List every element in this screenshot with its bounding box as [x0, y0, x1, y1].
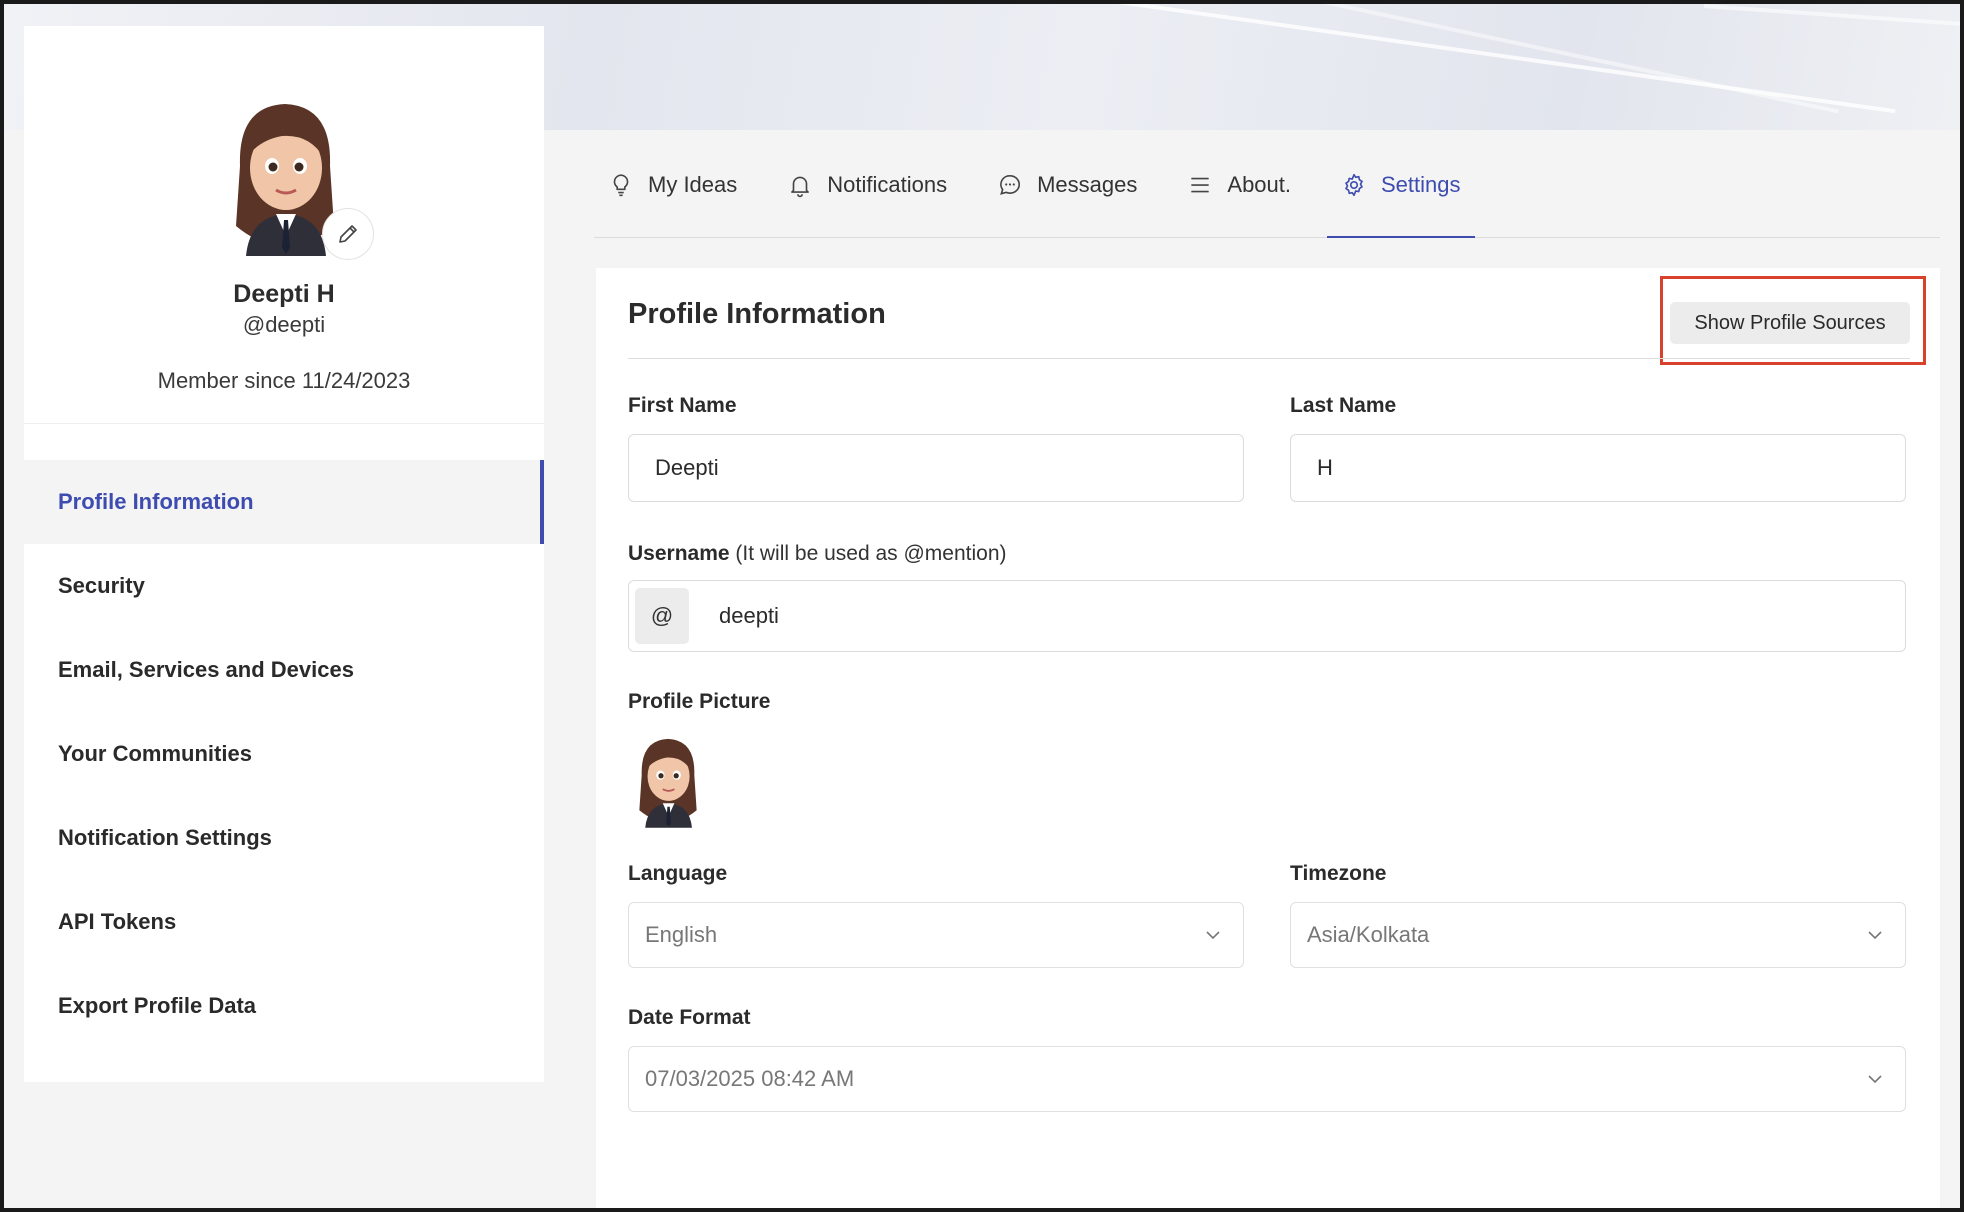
tab-settings[interactable]: Settings [1327, 132, 1475, 238]
profile-sidebar: Deepti H @deepti Member since 11/24/2023… [24, 26, 544, 1082]
page-title: Profile Information [628, 298, 886, 330]
settings-nav: Profile Information Security Email, Serv… [24, 460, 544, 1048]
tab-about[interactable]: About. [1173, 132, 1305, 237]
language-select[interactable]: English [628, 902, 1244, 968]
sidebar-item-api-tokens[interactable]: API Tokens [24, 880, 544, 964]
tab-label: Settings [1381, 171, 1461, 197]
language-label: Language [628, 862, 728, 885]
profile-header: Deepti H @deepti Member since 11/24/2023 [24, 26, 544, 424]
chevron-down-icon [1868, 1075, 1882, 1084]
tab-label: My Ideas [648, 171, 738, 197]
sidebar-item-your-communities[interactable]: Your Communities [24, 712, 544, 796]
chevron-down-icon [1868, 931, 1882, 940]
tab-label: Notifications [827, 171, 948, 197]
sidebar-item-security[interactable]: Security [24, 544, 544, 628]
sidebar-item-email-services-devices[interactable]: Email, Services and Devices [24, 628, 544, 712]
tab-my-ideas[interactable]: My Ideas [594, 132, 751, 237]
sidebar-item-notification-settings[interactable]: Notification Settings [24, 796, 544, 880]
username-value: deepti [719, 603, 779, 628]
divider [628, 358, 1910, 359]
profile-tabs: My Ideas Notifications Messages About. S… [594, 132, 1940, 238]
profile-information-card: Profile Information Show Profile Sources… [596, 268, 1940, 1208]
profile-picture-label: Profile Picture [628, 690, 771, 713]
at-prefix: @ [635, 588, 689, 644]
chat-bubble-icon [997, 172, 1023, 198]
tab-label: About. [1227, 171, 1291, 197]
date-format-value: 07/03/2025 08:42 AM [645, 1066, 855, 1091]
date-format-label: Date Format [628, 1006, 751, 1029]
last-name-field[interactable]: H [1290, 434, 1906, 502]
first-name-field[interactable]: Deepti [628, 434, 1244, 502]
show-profile-sources-button[interactable]: Show Profile Sources [1670, 302, 1910, 344]
timezone-label: Timezone [1290, 862, 1387, 885]
first-name-label: First Name [628, 394, 737, 417]
bell-icon [787, 172, 813, 198]
tab-label: Messages [1037, 171, 1138, 197]
date-format-select[interactable]: 07/03/2025 08:42 AM [628, 1046, 1906, 1112]
edit-avatar-button[interactable] [322, 208, 374, 260]
username-field[interactable]: @ deepti [628, 580, 1906, 652]
timezone-select[interactable]: Asia/Kolkata [1290, 902, 1906, 968]
username-hint: (It will be used as @mention) [729, 542, 1007, 565]
chevron-down-icon [1206, 931, 1220, 940]
gear-icon [1341, 172, 1367, 198]
sidebar-item-export-profile-data[interactable]: Export Profile Data [24, 964, 544, 1048]
profile-name: Deepti H [233, 280, 335, 308]
lightbulb-icon [608, 172, 634, 198]
sidebar-item-profile-information[interactable]: Profile Information [24, 460, 544, 544]
tab-notifications[interactable]: Notifications [773, 132, 961, 237]
username-label-text: Username [628, 542, 730, 565]
menu-lines-icon [1187, 172, 1213, 198]
timezone-value: Asia/Kolkata [1307, 922, 1430, 947]
profile-picture-thumbnail [639, 738, 697, 828]
last-name-label: Last Name [1290, 394, 1397, 417]
app-window: Deepti H @deepti Member since 11/24/2023… [0, 0, 1964, 1212]
username-label: Username (It will be used as @mention) [628, 542, 1007, 566]
language-value: English [645, 922, 718, 947]
tab-messages[interactable]: Messages [983, 132, 1151, 237]
member-since: Member since 11/24/2023 [157, 368, 411, 393]
profile-handle: @deepti [242, 312, 326, 337]
pencil-icon [339, 225, 357, 243]
